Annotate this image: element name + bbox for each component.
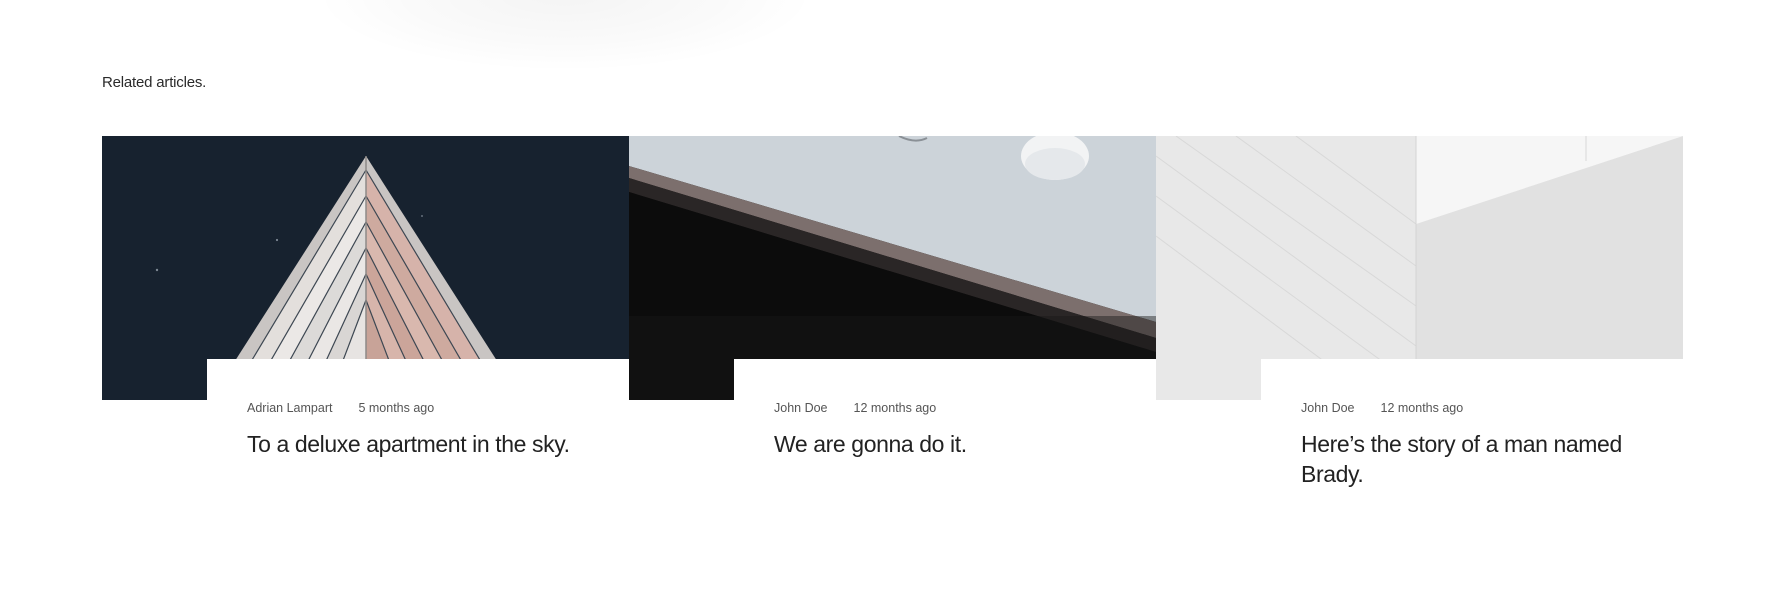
article-title[interactable]: To a deluxe apartment in the sky.	[247, 429, 612, 459]
article-author[interactable]: Adrian Lampart	[247, 401, 332, 415]
article-date: 12 months ago	[1380, 401, 1464, 415]
top-decorative-shadow	[320, 0, 810, 70]
article-card[interactable]: John Doe 12 months ago Here’s the story …	[1156, 136, 1683, 536]
article-card[interactable]: John Doe 12 months ago We are gonna do i…	[629, 136, 1156, 536]
article-author[interactable]: John Doe	[1301, 401, 1355, 415]
article-date: 12 months ago	[853, 401, 937, 415]
article-card-body: John Doe 12 months ago Here’s the story …	[1261, 359, 1683, 529]
article-meta: John Doe 12 months ago	[1301, 401, 1463, 415]
article-card-body: John Doe 12 months ago We are gonna do i…	[734, 359, 1156, 529]
article-card-body: Adrian Lampart 5 months ago To a deluxe …	[207, 359, 629, 529]
article-meta: Adrian Lampart 5 months ago	[247, 401, 434, 415]
article-title[interactable]: We are gonna do it.	[774, 429, 1139, 459]
article-author[interactable]: John Doe	[774, 401, 828, 415]
related-articles-list: Adrian Lampart 5 months ago To a deluxe …	[102, 136, 1683, 536]
article-card[interactable]: Adrian Lampart 5 months ago To a deluxe …	[102, 136, 629, 536]
article-meta: John Doe 12 months ago	[774, 401, 936, 415]
article-date: 5 months ago	[358, 401, 435, 415]
section-title: Related articles.	[102, 74, 207, 91]
article-title[interactable]: Here’s the story of a man named Brady.	[1301, 429, 1666, 489]
